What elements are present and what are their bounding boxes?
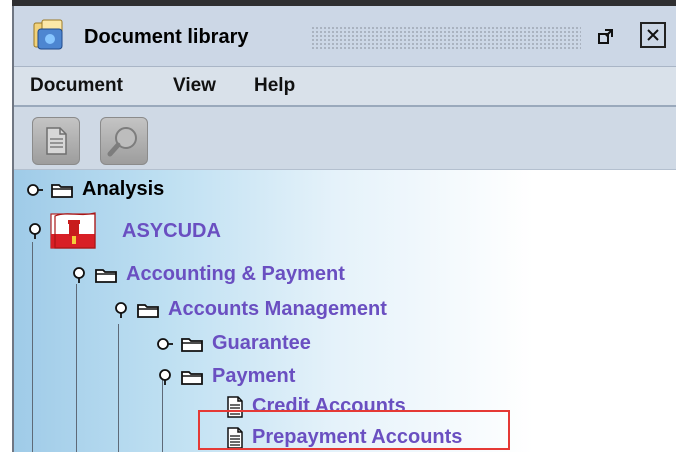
restore-button[interactable]: [592, 22, 620, 50]
magnifier-icon: [107, 127, 137, 157]
menu-view[interactable]: View: [173, 75, 216, 97]
tree-node-asycuda[interactable]: ASYCUDA: [26, 210, 221, 252]
tree-line-accounting: [76, 284, 77, 452]
folder-icon: [51, 183, 73, 198]
folder-icon: [95, 268, 117, 283]
new-document-button[interactable]: [32, 117, 80, 165]
folder-icon: [181, 370, 203, 385]
menu-help[interactable]: Help: [254, 75, 295, 97]
tree-node-accounting-payment[interactable]: Accounting & Payment: [70, 263, 345, 286]
tree-node-guarantee[interactable]: Guarantee: [156, 332, 311, 355]
search-button[interactable]: [100, 117, 148, 165]
menu-document[interactable]: Document: [30, 75, 123, 97]
restore-icon: [598, 29, 613, 44]
menu-bar: Document View Help: [14, 67, 676, 107]
document-library-icon: [32, 18, 68, 54]
tree-node-label: Accounts Management: [168, 298, 387, 320]
expanded-expander-icon: [29, 223, 41, 239]
document-library-window: Document library Document View Help Anal…: [0, 0, 676, 452]
tree-line-root: [32, 242, 33, 452]
window-title: Document library: [84, 26, 249, 48]
tree-node-label: Analysis: [82, 178, 165, 200]
tree-node-label: Guarantee: [212, 332, 311, 354]
tool-bar: [14, 107, 676, 170]
folder-icon: [137, 303, 159, 318]
collapsed-expander-icon: [27, 183, 43, 196]
tree-node-payment[interactable]: Payment: [156, 365, 295, 388]
title-bar-texture: [311, 26, 581, 50]
gibraltar-flag-icon: [50, 212, 96, 249]
left-edge: [0, 0, 12, 452]
folder-icon: [181, 337, 203, 352]
tree-node-label: Accounting & Payment: [126, 263, 345, 285]
collapsed-expander-icon: [157, 337, 173, 350]
tree-line-accounts-management: [118, 324, 119, 452]
expanded-expander-icon: [115, 301, 127, 318]
title-bar[interactable]: Document library: [14, 6, 676, 67]
expanded-expander-icon: [159, 368, 171, 385]
tree-node-label: Payment: [212, 365, 296, 387]
tree-node-label: ASYCUDA: [122, 219, 221, 242]
tree-node-analysis[interactable]: Analysis: [26, 178, 164, 201]
highlight-box: [198, 410, 510, 450]
close-button[interactable]: [640, 22, 666, 48]
tree-node-accounts-management[interactable]: Accounts Management: [112, 298, 387, 321]
expanded-expander-icon: [73, 266, 85, 283]
close-icon: [647, 29, 659, 41]
document-icon: [46, 127, 67, 155]
